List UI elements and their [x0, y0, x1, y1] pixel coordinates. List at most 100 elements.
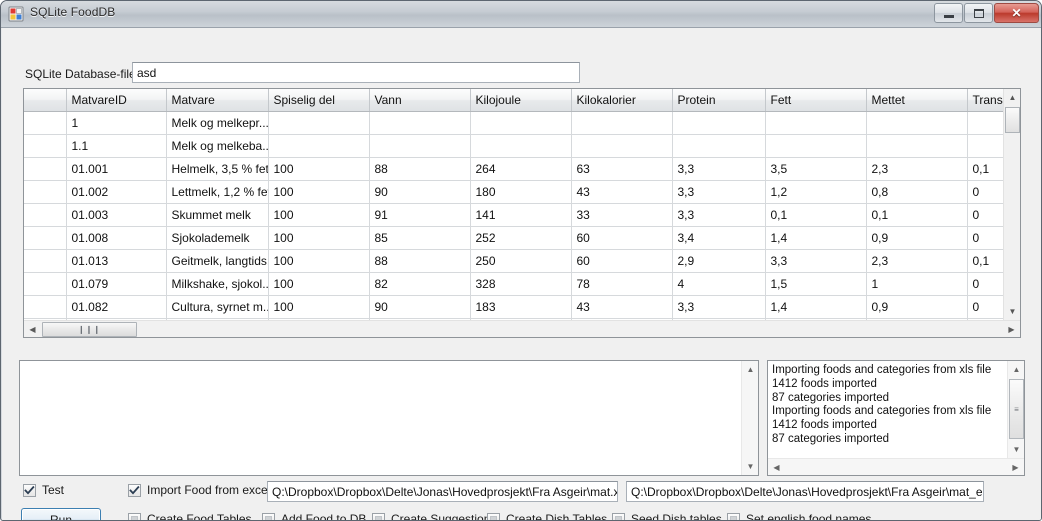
cell-matvare[interactable]: Milkshake, sjokol... — [166, 272, 269, 296]
row-selector[interactable] — [24, 157, 67, 181]
cell-protein[interactable]: 3,3 — [672, 180, 766, 204]
cell-spiselig-del[interactable]: 100 — [268, 203, 370, 227]
close-button[interactable]: ✕ — [994, 3, 1039, 23]
cell-mettet[interactable] — [866, 134, 968, 158]
cell-protein[interactable]: 3,3 — [672, 295, 766, 319]
set-english-food-names-checkbox[interactable]: Set english food names — [727, 512, 871, 520]
minimize-button[interactable] — [934, 3, 963, 23]
cell-kilokalorier[interactable]: 43 — [571, 295, 673, 319]
food-file-path-input[interactable]: Q:\Dropbox\Dropbox\Delte\Jonas\Hovedpros… — [267, 481, 618, 502]
column-header-matvare[interactable]: Matvare — [166, 89, 269, 112]
cell-matvare[interactable]: Melk og melkepr... — [166, 111, 269, 135]
cell-spiselig-del[interactable]: 100 — [268, 272, 370, 296]
cell-matvareid[interactable]: 1 — [66, 111, 167, 135]
cell-matvare[interactable]: Sjokolademelk — [166, 226, 269, 250]
create-food-tables-checkbox[interactable]: Create Food Tables — [128, 512, 252, 520]
cell-kilojoule[interactable]: 328 — [470, 272, 572, 296]
cell-matvareid[interactable]: 01.002 — [66, 180, 167, 204]
cell-matvareid[interactable]: 01.079 — [66, 272, 167, 296]
scroll-right-icon[interactable]: ▶ — [1007, 459, 1024, 476]
cell-matvareid[interactable]: 01.082 — [66, 295, 167, 319]
cell-matvare[interactable]: Cultura, syrnet m... — [166, 295, 269, 319]
cell-protein[interactable]: 3,3 — [672, 157, 766, 181]
table-row[interactable]: 01.013 Geitmelk, langtids... 100 88 250 … — [24, 249, 1014, 273]
cell-fett[interactable]: 3,5 — [765, 157, 867, 181]
row-selector[interactable] — [24, 134, 67, 158]
cell-mettet[interactable]: 0,1 — [866, 203, 968, 227]
cell-vann[interactable]: 90 — [369, 180, 471, 204]
scroll-right-icon[interactable]: ▶ — [1003, 321, 1020, 337]
column-header-kilojoule[interactable]: Kilojoule — [470, 89, 572, 112]
scroll-up-icon[interactable]: ▲ — [1008, 361, 1025, 378]
cell-matvare[interactable]: Skummet melk — [166, 203, 269, 227]
column-header-fett[interactable]: Fett — [765, 89, 867, 112]
cell-vann[interactable] — [369, 134, 471, 158]
create-suggestions-checkbox[interactable]: Create Suggestions — [372, 512, 496, 520]
import-food-checkbox[interactable]: Import Food from excel — [128, 483, 270, 497]
cell-kilojoule[interactable]: 183 — [470, 295, 572, 319]
cell-matvareid[interactable]: 01.008 — [66, 226, 167, 250]
cell-fett[interactable]: 3,3 — [765, 249, 867, 273]
cell-mettet[interactable]: 2,3 — [866, 157, 968, 181]
cell-protein[interactable] — [672, 134, 766, 158]
table-row[interactable]: 01.082 Cultura, syrnet m... 100 90 183 4… — [24, 295, 1014, 319]
cell-kilokalorier[interactable]: 60 — [571, 249, 673, 273]
cell-kilokalorier[interactable]: 43 — [571, 180, 673, 204]
scroll-down-icon[interactable]: ▼ — [742, 458, 759, 475]
cell-mettet[interactable]: 0,8 — [866, 180, 968, 204]
cell-mettet[interactable]: 0,9 — [866, 226, 968, 250]
grid-horizontal-scrollbar[interactable]: ◀ ❙❙❙ ▶ — [24, 320, 1020, 337]
cell-kilojoule[interactable]: 180 — [470, 180, 572, 204]
cell-matvare[interactable]: Melk og melkeba... — [166, 134, 269, 158]
cell-spiselig-del[interactable]: 100 — [268, 157, 370, 181]
cell-kilokalorier[interactable]: 60 — [571, 226, 673, 250]
cell-mettet[interactable]: 0,9 — [866, 295, 968, 319]
cell-matvareid[interactable]: 01.001 — [66, 157, 167, 181]
cell-mettet[interactable] — [866, 111, 968, 135]
cell-kilojoule[interactable] — [470, 134, 572, 158]
cell-fett[interactable] — [765, 111, 867, 135]
row-selector[interactable] — [24, 249, 67, 273]
row-selector[interactable] — [24, 203, 67, 227]
row-selector[interactable] — [24, 180, 67, 204]
row-selector[interactable] — [24, 226, 67, 250]
cell-fett[interactable]: 0,1 — [765, 203, 867, 227]
table-row[interactable]: 1.1 Melk og melkeba... — [24, 134, 1014, 158]
cell-mettet[interactable]: 1 — [866, 272, 968, 296]
add-food-to-db-checkbox[interactable]: Add Food to DB — [262, 512, 366, 520]
output-textbox[interactable]: ▲ ▼ — [19, 360, 759, 476]
cell-fett[interactable]: 1,4 — [765, 295, 867, 319]
test-checkbox[interactable]: Test — [23, 483, 64, 497]
column-header-matvareid[interactable]: MatvareID — [66, 89, 167, 112]
column-header-kilokalorier[interactable]: Kilokalorier — [571, 89, 673, 112]
cell-fett[interactable]: 1,4 — [765, 226, 867, 250]
column-header-mettet[interactable]: Mettet — [866, 89, 968, 112]
cell-kilojoule[interactable]: 250 — [470, 249, 572, 273]
table-row[interactable]: 01.002 Lettmelk, 1,2 % fett 100 90 180 4… — [24, 180, 1014, 204]
grid-vertical-scrollbar[interactable]: ▲ ▼ — [1003, 89, 1020, 320]
cell-protein[interactable]: 3,3 — [672, 203, 766, 227]
db-file-input[interactable] — [132, 62, 580, 83]
table-row[interactable]: 1 Melk og melkepr... — [24, 111, 1014, 135]
cell-mettet[interactable]: 2,3 — [866, 249, 968, 273]
cell-protein[interactable]: 3,4 — [672, 226, 766, 250]
cell-kilojoule[interactable]: 141 — [470, 203, 572, 227]
log-horizontal-scrollbar[interactable]: ◀ ▶ — [768, 458, 1024, 475]
cell-matvareid[interactable]: 1.1 — [66, 134, 167, 158]
food-data-grid[interactable]: MatvareID Matvare Spiselig del Vann Kilo… — [23, 88, 1021, 338]
cell-spiselig-del[interactable]: 100 — [268, 295, 370, 319]
cell-kilokalorier[interactable] — [571, 111, 673, 135]
row-selector[interactable] — [24, 272, 67, 296]
cell-vann[interactable]: 88 — [369, 249, 471, 273]
run-button[interactable]: Run — [21, 508, 101, 520]
scroll-up-icon[interactable]: ▲ — [1004, 89, 1020, 106]
row-selector[interactable] — [24, 111, 67, 135]
cell-kilokalorier[interactable]: 33 — [571, 203, 673, 227]
column-header-spiselig-del[interactable]: Spiselig del — [268, 89, 370, 112]
seed-dish-tables-checkbox[interactable]: Seed Dish tables — [612, 512, 722, 520]
maximize-button[interactable] — [964, 3, 993, 23]
row-selector[interactable] — [24, 295, 67, 319]
cell-protein[interactable]: 4 — [672, 272, 766, 296]
scroll-down-icon[interactable]: ▼ — [1004, 303, 1020, 320]
cell-protein[interactable] — [672, 111, 766, 135]
